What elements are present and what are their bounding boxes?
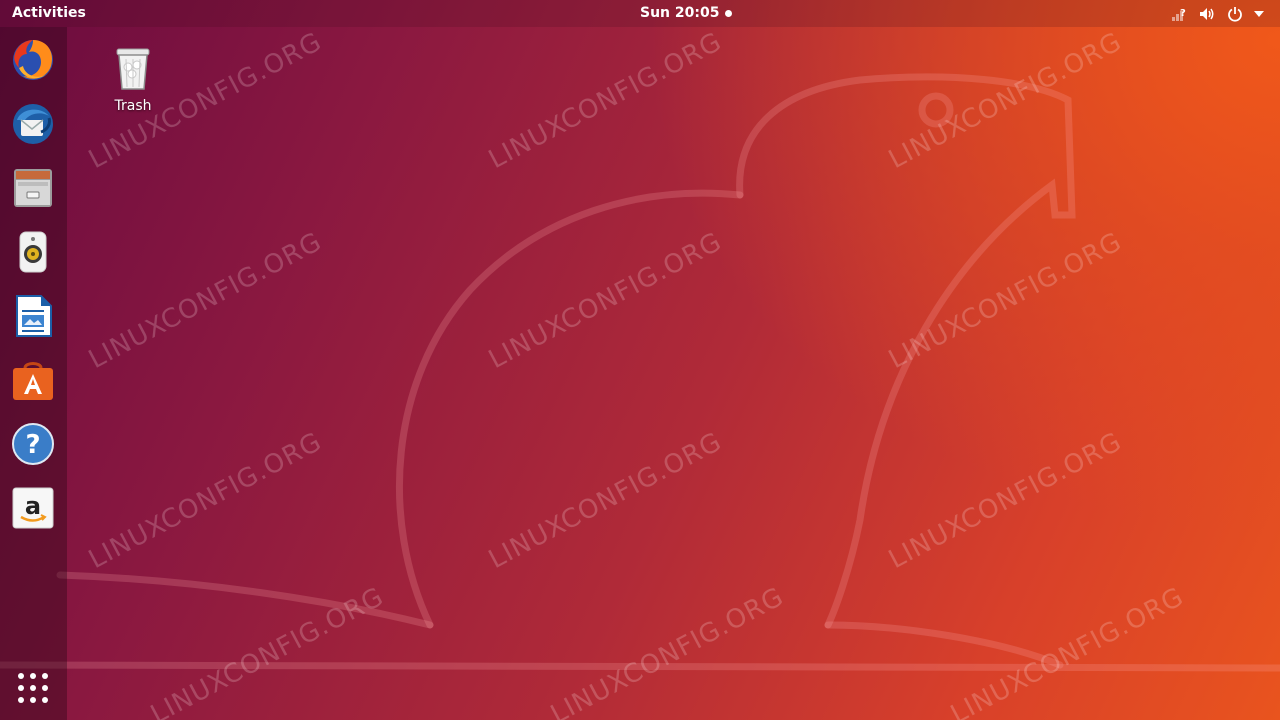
firefox-icon: [13, 40, 53, 80]
show-applications-button[interactable]: [15, 670, 51, 706]
thunderbird-icon: [13, 104, 53, 144]
svg-text:?: ?: [25, 430, 40, 460]
trash-icon: [116, 48, 150, 90]
trash-label: Trash: [114, 98, 152, 114]
dock-item-firefox[interactable]: [10, 37, 56, 83]
network-unknown-icon[interactable]: ?: [1168, 3, 1190, 24]
wallpaper-art: [0, 73, 1280, 672]
dock-item-rhythmbox[interactable]: [10, 229, 56, 275]
volume-icon[interactable]: [1196, 3, 1218, 24]
activities-button[interactable]: Activities: [12, 5, 86, 21]
amazon-icon: a: [12, 487, 54, 529]
notification-dot-icon: [725, 9, 733, 17]
power-icon[interactable]: [1224, 3, 1246, 24]
dock-item-amazon[interactable]: a: [10, 485, 56, 531]
file-cabinet-icon: [14, 169, 52, 207]
svg-text:a: a: [25, 492, 41, 520]
top-bar: Activities Sun 20:05 ?: [0, 0, 1280, 27]
help-icon: ?: [12, 423, 54, 465]
dock-item-libreoffice-writer[interactable]: [10, 293, 56, 339]
svg-text:?: ?: [1180, 8, 1186, 19]
dock-item-help[interactable]: ?: [10, 421, 56, 467]
clock-button[interactable]: Sun 20:05: [640, 5, 733, 21]
document-icon: [16, 295, 52, 337]
clock-label: Sun 20:05: [640, 5, 720, 21]
dock-item-files[interactable]: [10, 165, 56, 211]
chevron-down-icon[interactable]: [1252, 3, 1266, 24]
apps-grid-icon: [18, 673, 48, 703]
dock: ? a: [0, 27, 67, 720]
dock-item-thunderbird[interactable]: [10, 101, 56, 147]
desktop-trash[interactable]: Trash: [103, 45, 163, 114]
dock-item-ubuntu-software[interactable]: [10, 357, 56, 403]
system-tray[interactable]: ?: [1162, 3, 1266, 24]
desktop-screen: LINUXCONFIG.ORG LINUXCONFIG.ORG LINUXCON…: [0, 0, 1280, 720]
shopping-bag-icon: [13, 362, 53, 400]
speaker-icon: [19, 231, 47, 273]
